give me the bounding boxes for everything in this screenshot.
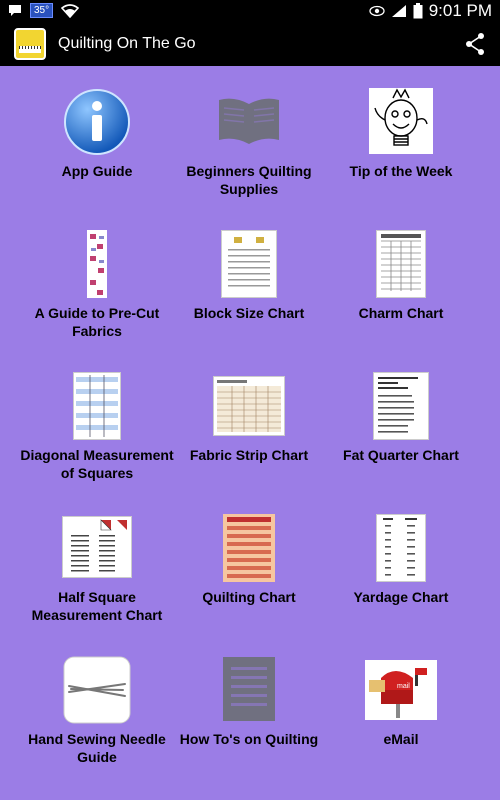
book-icon (216, 88, 282, 151)
menu-item-fat-quarter-chart[interactable]: Fat Quarter Chart (318, 352, 484, 494)
fabric-strip-thumbnail (87, 230, 107, 303)
menu-item-how-tos[interactable]: How To's on Quilting (166, 636, 332, 778)
menu-item-label: Hand Sewing Needle Guide (28, 731, 166, 765)
menu-item-needle-guide[interactable]: Hand Sewing Needle Guide (14, 636, 180, 778)
share-icon[interactable] (464, 32, 486, 56)
notification-chat-icon (8, 4, 22, 18)
yardage-chart-thumbnail (376, 514, 426, 582)
battery-icon (413, 3, 423, 19)
menu-item-label: How To's on Quilting (179, 731, 319, 747)
menu-item-label: App Guide (61, 163, 133, 179)
app-logo-icon (14, 28, 46, 60)
menu-item-yardage-chart[interactable]: Yardage Chart (318, 494, 484, 636)
wifi-icon (61, 3, 80, 18)
menu-item-label: eMail (383, 731, 419, 747)
menu-item-label: Fat Quarter Chart (343, 447, 459, 463)
half-square-chart-thumbnail (62, 516, 132, 578)
diagonal-chart-thumbnail (73, 372, 121, 440)
mailbox-icon: mail (365, 656, 437, 725)
svg-text:mail: mail (397, 683, 410, 690)
menu-item-email[interactable]: mail eMail (318, 636, 484, 778)
menu-item-tip-of-week[interactable]: Tip of the Week (318, 68, 484, 210)
menu-item-block-size-chart[interactable]: Block Size Chart (166, 210, 332, 352)
menu-item-label: Diagonal Measurement of Squares (20, 447, 174, 481)
menu-item-label: A Guide to Pre-Cut Fabrics (34, 305, 160, 339)
app-title: Quilting On The Go (58, 35, 196, 52)
action-bar: Quilting On The Go (0, 22, 500, 66)
needles-icon (63, 656, 131, 729)
status-bar: 35° 9:01 PM (0, 0, 500, 22)
charm-chart-thumbnail (376, 230, 426, 298)
block-size-chart-thumbnail (221, 230, 277, 298)
menu-item-label: Beginners Quilting Supplies (186, 163, 312, 197)
lightbulb-character-icon (369, 88, 433, 159)
menu-item-label: Yardage Chart (353, 589, 449, 605)
eye-icon (369, 5, 385, 17)
menu-item-label: Quilting Chart (202, 589, 296, 605)
menu-item-diagonal-measurement[interactable]: Diagonal Measurement of Squares (14, 352, 180, 494)
menu-item-label: Fabric Strip Chart (189, 447, 309, 463)
menu-item-label: Block Size Chart (193, 305, 305, 321)
menu-item-label: Tip of the Week (349, 163, 453, 179)
menu-grid: App Guide Beginners Quilting Supplies Ti… (0, 66, 500, 800)
menu-item-charm-chart[interactable]: Charm Chart (318, 210, 484, 352)
menu-item-beginners-supplies[interactable]: Beginners Quilting Supplies (166, 68, 332, 210)
menu-item-quilting-chart[interactable]: Quilting Chart (166, 494, 332, 636)
temperature-badge: 35° (30, 3, 54, 18)
quilting-chart-thumbnail (223, 514, 275, 582)
menu-item-label: Charm Chart (358, 305, 444, 321)
menu-item-app-guide[interactable]: App Guide (14, 68, 180, 210)
info-icon (63, 88, 131, 161)
list-icon (222, 656, 276, 727)
clock: 9:01 PM (428, 1, 492, 20)
fabric-strip-chart-thumbnail (213, 376, 285, 436)
menu-item-fabric-strip-chart[interactable]: Fabric Strip Chart (166, 352, 332, 494)
menu-item-label: Half Square Measurement Chart (31, 589, 163, 623)
menu-item-half-square-chart[interactable]: Half Square Measurement Chart (14, 494, 180, 636)
fat-quarter-chart-thumbnail (373, 372, 429, 440)
signal-icon (391, 4, 407, 18)
menu-item-pre-cut-fabrics[interactable]: A Guide to Pre-Cut Fabrics (14, 210, 180, 352)
